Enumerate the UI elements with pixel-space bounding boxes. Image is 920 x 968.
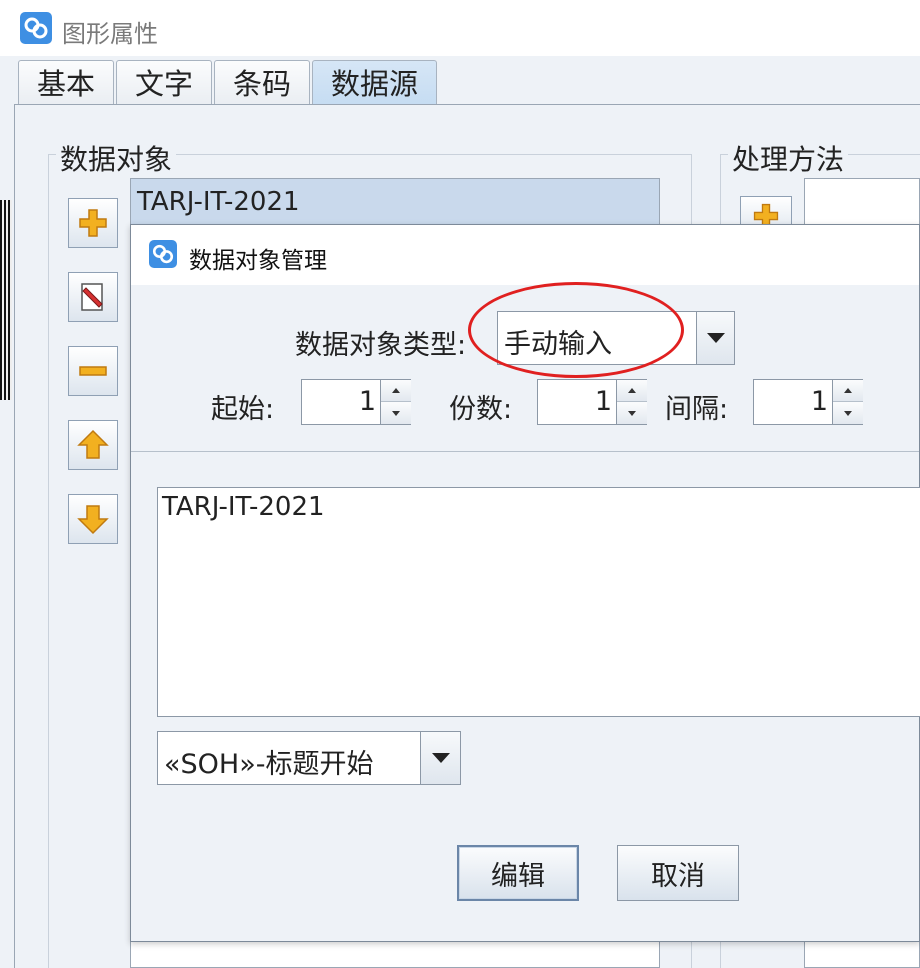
- edit-button[interactable]: [68, 272, 118, 322]
- app-logo-icon: [20, 12, 52, 44]
- tab-barcode[interactable]: 条码: [214, 60, 311, 106]
- spin-down-button[interactable]: [381, 402, 411, 424]
- move-up-icon: [77, 429, 109, 459]
- add-button[interactable]: [68, 198, 118, 248]
- dialog-divider: [131, 451, 919, 452]
- add-icon: [79, 209, 107, 237]
- spinner-buttons: [832, 380, 863, 424]
- type-select-arrow[interactable]: [696, 312, 734, 364]
- edit-button[interactable]: 编辑: [457, 845, 579, 901]
- start-label: 起始:: [211, 394, 275, 425]
- interval-label: 间隔:: [665, 394, 729, 425]
- spin-up-button[interactable]: [617, 380, 647, 402]
- chevron-down-icon: [431, 753, 450, 763]
- data-object-dialog: 数据对象管理 数据对象类型: 手动输入 起始: 1 份数: 1 间隔: 1 TA…: [130, 224, 920, 942]
- app-logo-icon: [149, 240, 177, 268]
- caret-down-icon: [844, 410, 852, 416]
- list-item[interactable]: TARJ-IT-2021: [131, 179, 659, 225]
- data-object-legend: 数据对象: [56, 138, 177, 178]
- remove-button[interactable]: [68, 346, 118, 396]
- edit-icon: [81, 283, 103, 311]
- barcode-preview-edge: [0, 200, 12, 400]
- tab-text[interactable]: 文字: [116, 60, 213, 106]
- spin-up-button[interactable]: [833, 380, 863, 402]
- spinner-buttons: [380, 380, 411, 424]
- count-value: 1: [594, 386, 612, 417]
- data-content-textarea[interactable]: TARJ-IT-2021: [157, 487, 920, 717]
- spin-down-button[interactable]: [617, 402, 647, 424]
- move-down-icon: [77, 505, 109, 535]
- caret-down-icon: [628, 410, 636, 416]
- caret-up-icon: [628, 388, 636, 393]
- processing-legend: 处理方法: [728, 138, 849, 178]
- title-bar: 图形属性: [0, 0, 920, 56]
- start-value: 1: [358, 386, 376, 417]
- spin-up-button[interactable]: [381, 380, 411, 402]
- move-down-button[interactable]: [68, 494, 118, 544]
- type-select-value: 手动输入: [504, 329, 612, 360]
- type-label: 数据对象类型:: [295, 330, 467, 361]
- chevron-down-icon: [706, 333, 725, 343]
- caret-up-icon: [844, 388, 852, 393]
- control-char-select[interactable]: «SOH»-标题开始: [157, 731, 461, 785]
- spin-down-button[interactable]: [833, 402, 863, 424]
- remove-icon: [79, 366, 107, 376]
- spinner-buttons: [616, 380, 647, 424]
- tab-data-source[interactable]: 数据源: [312, 60, 438, 106]
- interval-spinner[interactable]: 1: [753, 379, 863, 425]
- window-title: 图形属性: [62, 20, 158, 48]
- interval-value: 1: [810, 386, 828, 417]
- type-select[interactable]: 手动输入: [497, 311, 735, 365]
- move-up-button[interactable]: [68, 420, 118, 470]
- caret-up-icon: [392, 388, 400, 393]
- tab-bar: 基本 文字 条码 数据源: [18, 60, 439, 106]
- dialog-title: 数据对象管理: [189, 248, 327, 274]
- dialog-title-bar: 数据对象管理: [131, 225, 919, 285]
- control-char-value: «SOH»-标题开始: [164, 749, 374, 780]
- tab-basic[interactable]: 基本: [18, 60, 115, 106]
- start-spinner[interactable]: 1: [301, 379, 411, 425]
- control-char-arrow[interactable]: [420, 732, 460, 784]
- count-label: 份数:: [449, 394, 513, 425]
- cancel-button[interactable]: 取消: [617, 845, 739, 901]
- count-spinner[interactable]: 1: [537, 379, 647, 425]
- caret-down-icon: [392, 410, 400, 416]
